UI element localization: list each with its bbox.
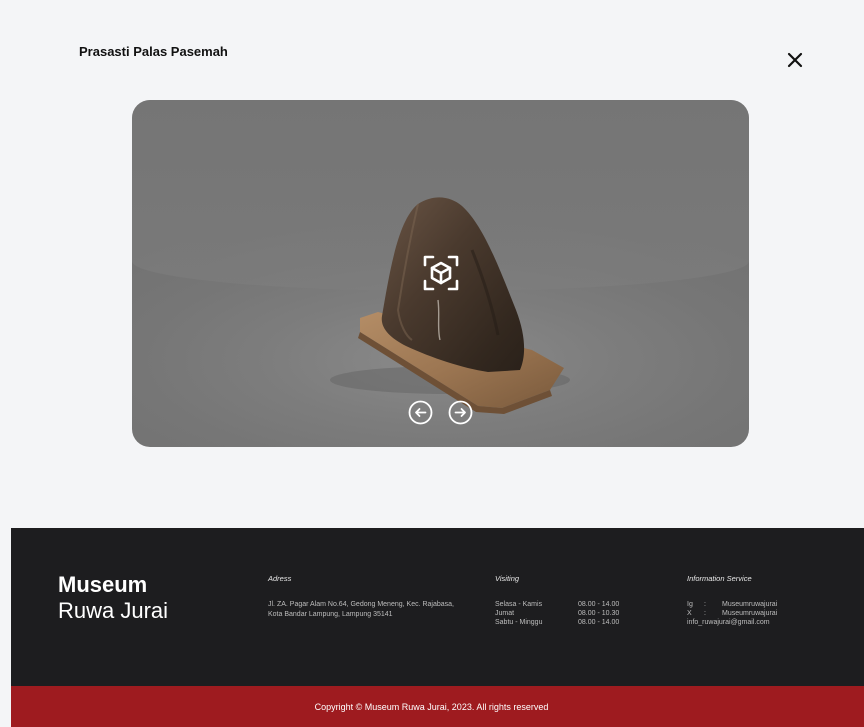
copyright-text: Copyright © Museum Ruwa Jurai, 2023. All… (314, 701, 549, 712)
brand-name-line2: Ruwa Jurai (58, 598, 169, 623)
footer: Museum Ruwa Jurai Adress Jl. ZA. Pagar A… (11, 528, 864, 686)
info-key: Ig (687, 601, 693, 608)
visiting-hours: 08.00 - 10.30 (578, 610, 620, 617)
visiting-heading: Visiting (495, 574, 520, 583)
arrow-right-circle-icon (448, 400, 473, 425)
visiting-row: Jumat 08.00 - 10.30 (495, 609, 655, 618)
footer-visiting: Visiting Selasa - Kamis 08.00 - 14.00 Ju… (495, 574, 655, 627)
info-row-x[interactable]: X : Museumruwajurai (687, 609, 857, 618)
visiting-row: Sabtu - Minggu 08.00 - 14.00 (495, 618, 655, 627)
info-separator: : (704, 610, 706, 617)
brand-name-line1: Museum (58, 572, 148, 597)
info-value: Museumruwajurai (722, 601, 778, 608)
address-heading: Adress (268, 574, 292, 583)
visiting-hours: 08.00 - 14.00 (578, 619, 620, 626)
info-email: info_ruwajurai@gmail.com (687, 619, 770, 626)
info-row-instagram[interactable]: Ig : Museumruwajurai (687, 600, 857, 609)
footer-address: Adress Jl. ZA. Pagar Alam No.64, Gedong … (268, 574, 468, 620)
footer-information-service: Information Service Ig : Museumruwajurai… (687, 574, 857, 627)
info-value: Museumruwajurai (722, 610, 778, 617)
visiting-day: Sabtu - Minggu (495, 619, 543, 626)
visiting-day: Jumat (495, 610, 515, 617)
arrow-left-circle-icon (408, 400, 433, 425)
address-text: Jl. ZA. Pagar Alam No.64, Gedong Meneng,… (268, 601, 454, 618)
visiting-row: Selasa - Kamis 08.00 - 14.00 (495, 600, 655, 609)
copyright-bar: Copyright © Museum Ruwa Jurai, 2023. All… (11, 686, 864, 727)
info-separator: : (704, 601, 706, 608)
3d-model-viewer[interactable] (132, 100, 749, 447)
ar-cube-icon[interactable] (422, 254, 460, 292)
next-button[interactable] (448, 400, 473, 425)
visiting-hours: 08.00 - 14.00 (578, 601, 620, 608)
page-title: Prasasti Palas Pasemah (79, 44, 228, 59)
previous-button[interactable] (408, 400, 433, 425)
close-icon (787, 52, 803, 68)
info-key: X (687, 610, 692, 617)
info-row-email[interactable]: info_ruwajurai@gmail.com (687, 618, 857, 627)
info-heading: Information Service (687, 574, 752, 583)
footer-brand: Museum Ruwa Jurai (58, 572, 168, 624)
visiting-day: Selasa - Kamis (495, 601, 543, 608)
close-button[interactable] (784, 49, 806, 71)
